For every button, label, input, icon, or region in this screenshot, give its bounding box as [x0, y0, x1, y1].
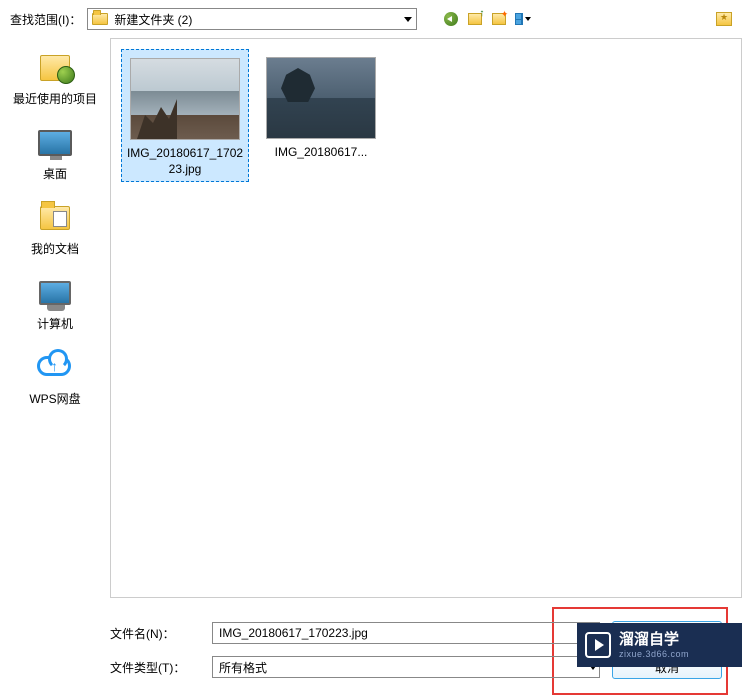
back-icon	[444, 12, 458, 26]
file-thumbnail	[266, 57, 376, 139]
new-folder-icon	[492, 13, 506, 25]
file-thumbnail	[130, 58, 240, 140]
play-icon	[585, 632, 611, 658]
favorites-button[interactable]	[716, 12, 732, 26]
sidebar-item-label: 最近使用的项目	[13, 90, 97, 107]
watermark-overlay: 溜溜自学 zixue.3d66.com	[577, 623, 742, 667]
documents-icon	[37, 200, 73, 236]
top-bar: 查找范围(I)： 新建文件夹 (2)	[0, 0, 742, 38]
file-item[interactable]: IMG_20180617_170223.jpg	[121, 49, 249, 182]
main-area: 最近使用的项目 桌面 我的文档 计算机 WPS网盘 IMG_20180617_1…	[0, 38, 742, 598]
look-in-dropdown[interactable]: 新建文件夹 (2)	[87, 8, 417, 30]
cloud-icon	[37, 350, 73, 386]
recent-icon	[37, 50, 73, 86]
file-type-value: 所有格式	[219, 659, 267, 676]
sidebar-item-computer[interactable]: 计算机	[0, 275, 110, 332]
desktop-icon	[37, 125, 73, 161]
sidebar-item-wps-cloud[interactable]: WPS网盘	[0, 350, 110, 407]
folder-icon	[92, 13, 108, 25]
look-in-label: 查找范围(I)：	[10, 11, 81, 28]
file-name-value: IMG_20180617_170223.jpg	[219, 626, 368, 640]
up-icon	[468, 13, 482, 25]
places-sidebar: 最近使用的项目 桌面 我的文档 计算机 WPS网盘	[0, 38, 110, 598]
computer-icon	[37, 275, 73, 311]
toolbar-icons	[443, 11, 531, 27]
sidebar-item-label: 桌面	[43, 165, 67, 182]
sidebar-item-documents[interactable]: 我的文档	[0, 200, 110, 257]
watermark-title: 溜溜自学	[619, 631, 689, 649]
watermark-url: zixue.3d66.com	[619, 649, 689, 660]
file-type-label: 文件类型(T)：	[110, 659, 200, 676]
file-type-dropdown[interactable]: 所有格式	[212, 656, 600, 678]
sidebar-item-label: 我的文档	[31, 240, 79, 257]
file-name-label: 文件名(N)：	[110, 625, 200, 642]
sidebar-item-desktop[interactable]: 桌面	[0, 125, 110, 182]
sidebar-item-recent[interactable]: 最近使用的项目	[0, 50, 110, 107]
new-folder-button[interactable]	[491, 11, 507, 27]
file-item[interactable]: IMG_20180617...	[257, 49, 385, 165]
sidebar-item-label: 计算机	[37, 315, 73, 332]
view-grid-icon	[515, 13, 523, 25]
chevron-down-icon	[404, 17, 412, 22]
current-folder-name: 新建文件夹 (2)	[114, 11, 192, 28]
chevron-down-icon	[525, 17, 531, 21]
file-name-input[interactable]: IMG_20180617_170223.jpg	[212, 622, 600, 644]
view-menu-button[interactable]	[515, 11, 531, 27]
file-name: IMG_20180617_170223.jpg	[126, 146, 244, 177]
back-button[interactable]	[443, 11, 459, 27]
up-one-level-button[interactable]	[467, 11, 483, 27]
file-name: IMG_20180617...	[261, 145, 381, 161]
file-list-view[interactable]: IMG_20180617_170223.jpg IMG_20180617...	[110, 38, 742, 598]
sidebar-item-label: WPS网盘	[29, 390, 80, 407]
